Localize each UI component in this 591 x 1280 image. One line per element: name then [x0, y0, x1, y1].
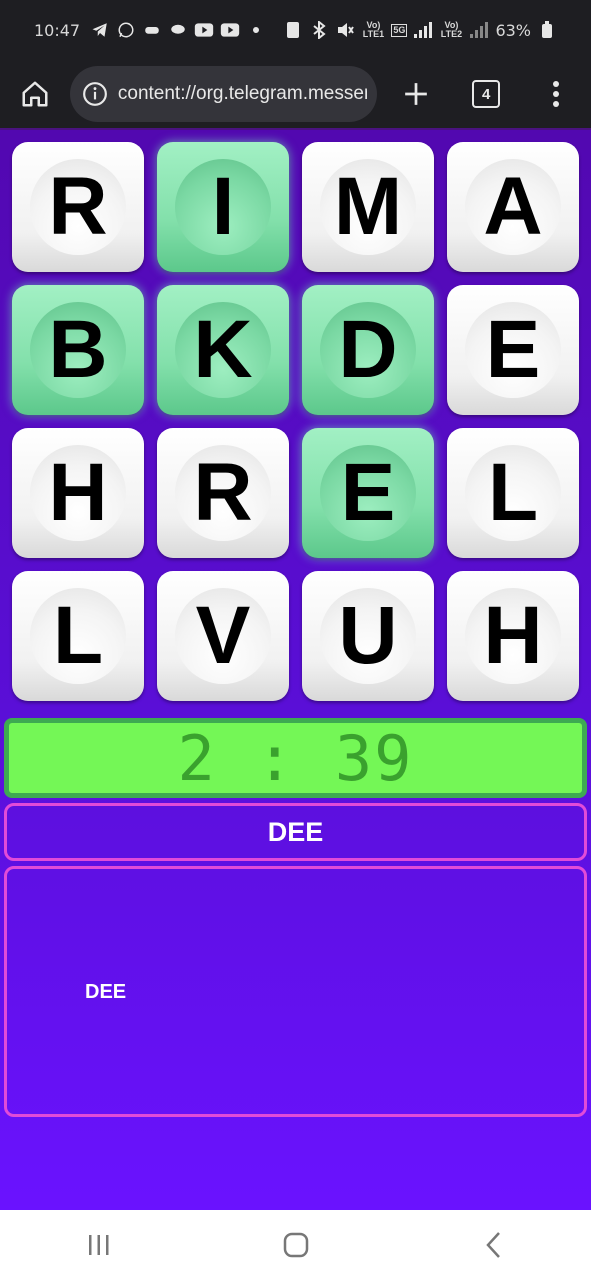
mute-icon: [335, 20, 355, 40]
game-page: RIMABKDEHRELLVUH 2 : 39 DEE DEE: [0, 130, 591, 1210]
tile-letter: B: [48, 304, 108, 395]
info-icon[interactable]: [82, 81, 108, 107]
home-nav-button[interactable]: [246, 1215, 346, 1275]
tile-disc: L: [465, 445, 561, 541]
letter-tile[interactable]: I: [157, 142, 289, 272]
tile-letter: D: [338, 304, 398, 395]
nfc-icon: [283, 20, 303, 40]
battery-icon: [537, 20, 557, 40]
countdown-timer: 2 : 39: [4, 718, 587, 798]
letter-tile[interactable]: K: [157, 285, 289, 415]
tab-count: 4: [472, 80, 501, 108]
tile-disc: R: [175, 445, 271, 541]
back-button[interactable]: [443, 1215, 543, 1275]
current-word-box: DEE: [4, 803, 587, 861]
tile-letter: M: [333, 161, 403, 252]
letter-tile[interactable]: A: [447, 142, 579, 272]
tile-letter: A: [483, 161, 543, 252]
letter-tile[interactable]: H: [12, 428, 144, 558]
tile-disc: I: [175, 159, 271, 255]
signal-icon: [413, 20, 433, 40]
letter-tile[interactable]: R: [12, 142, 144, 272]
whatsapp-icon: [116, 20, 136, 40]
timer-text: 2 : 39: [177, 721, 414, 795]
tile-letter: U: [338, 590, 398, 681]
back-chevron-icon: [485, 1232, 500, 1258]
more-vert-icon: [553, 81, 560, 107]
home-button[interactable]: [0, 59, 70, 129]
sim1-network-label: Vo) LTE1: [362, 20, 385, 39]
found-word: DEE: [85, 981, 127, 1003]
youtube-icon: [194, 20, 214, 40]
recents-icon: [88, 1235, 108, 1255]
address-bar[interactable]: content://org.telegram.messer: [69, 66, 378, 122]
current-word-text: DEE: [267, 816, 324, 847]
tile-letter: R: [193, 447, 253, 538]
tile-disc: H: [30, 445, 126, 541]
tile-letter: R: [48, 161, 108, 252]
tile-disc: K: [175, 302, 271, 398]
tile-disc: A: [465, 159, 561, 255]
sim2-network-label: Vo) LTE2: [440, 20, 463, 39]
tile-letter: V: [195, 590, 251, 681]
letter-tile[interactable]: D: [302, 285, 434, 415]
browser-toolbar: content://org.telegram.messer 4: [0, 60, 591, 130]
letter-tile[interactable]: B: [12, 285, 144, 415]
letter-tile[interactable]: H: [447, 571, 579, 701]
tile-disc: E: [320, 445, 416, 541]
letter-tile[interactable]: L: [12, 571, 144, 701]
tile-letter: L: [52, 590, 104, 681]
letter-tile[interactable]: E: [447, 285, 579, 415]
plus-icon: [405, 83, 428, 105]
bluetooth-icon: [309, 20, 329, 40]
android-nav-bar: [0, 1210, 591, 1280]
telegram-icon: [90, 20, 110, 40]
tile-letter: H: [483, 590, 543, 681]
letter-tile[interactable]: L: [447, 428, 579, 558]
system-status-icons: Vo) LTE1 5G Vo) LTE2 63%: [283, 20, 557, 40]
tile-letter: E: [485, 304, 541, 395]
tile-disc: R: [30, 159, 126, 255]
letter-grid: RIMABKDEHRELLVUH: [12, 142, 580, 702]
game-controller-icon: [142, 20, 162, 40]
tile-disc: L: [30, 588, 126, 684]
tile-disc: V: [175, 588, 271, 684]
5g-label: 5G: [391, 23, 408, 37]
recents-button[interactable]: [49, 1215, 149, 1275]
status-bar: 10:47 Vo) LTE1 5G Vo) LTE2 63%: [0, 0, 591, 60]
tile-letter: L: [487, 447, 539, 538]
tile-letter: K: [193, 304, 253, 395]
home-icon: [22, 81, 48, 107]
letter-tile[interactable]: E: [302, 428, 434, 558]
tile-letter: I: [211, 161, 235, 252]
battery-percent: 63%: [495, 20, 531, 40]
new-tab-button[interactable]: [381, 59, 451, 129]
tile-letter: E: [340, 447, 396, 538]
tile-disc: M: [320, 159, 416, 255]
found-words-list: DEE: [4, 866, 587, 1117]
tile-letter: H: [48, 447, 108, 538]
letter-tile[interactable]: U: [302, 571, 434, 701]
tile-disc: E: [465, 302, 561, 398]
url-text[interactable]: content://org.telegram.messer: [118, 83, 368, 105]
signal-icon: [469, 20, 489, 40]
tab-switcher-button[interactable]: 4: [451, 59, 521, 129]
more-notifications-dot-icon: [246, 20, 266, 40]
notification-icons: [90, 20, 266, 40]
letter-tile[interactable]: M: [302, 142, 434, 272]
tile-disc: U: [320, 588, 416, 684]
tile-disc: B: [30, 302, 126, 398]
chat-icon: [168, 20, 188, 40]
status-time: 10:47: [34, 20, 81, 40]
letter-tile[interactable]: R: [157, 428, 289, 558]
overflow-menu-button[interactable]: [521, 59, 591, 129]
tile-disc: H: [465, 588, 561, 684]
tile-disc: D: [320, 302, 416, 398]
letter-tile[interactable]: V: [157, 571, 289, 701]
home-circle-icon: [283, 1232, 308, 1258]
youtube-icon: [220, 20, 240, 40]
